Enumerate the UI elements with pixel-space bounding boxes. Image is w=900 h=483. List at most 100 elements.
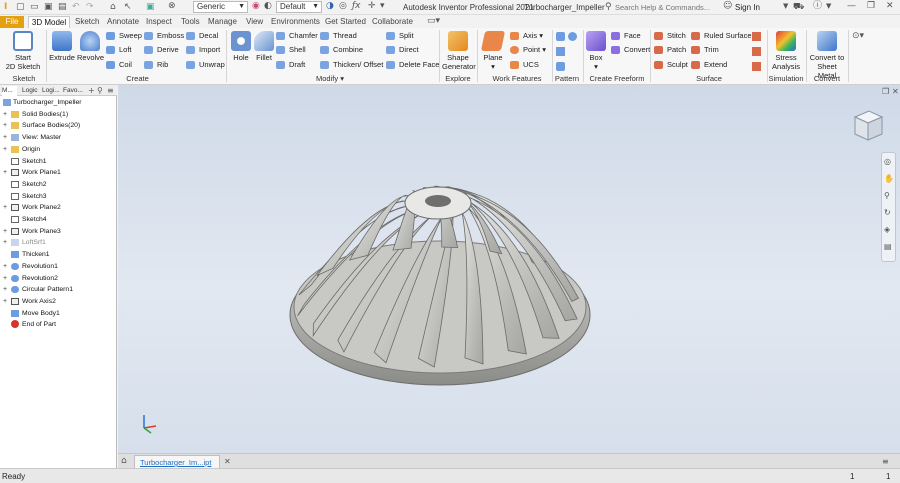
expand-icon[interactable]: + (3, 132, 7, 143)
delete-face-button[interactable]: Delete Face (386, 60, 439, 70)
tab-environments[interactable]: Environments (271, 16, 320, 28)
material-icon[interactable]: ◉ (252, 1, 260, 12)
sweep-button[interactable]: Sweep (106, 31, 142, 41)
sign-in-dropdown-icon[interactable]: ▼ (783, 1, 788, 12)
expand-icon[interactable]: + (3, 120, 7, 131)
freeform-convert-button[interactable]: Convert (611, 45, 650, 55)
chamfer-button[interactable]: Chamfer (276, 31, 318, 41)
inventor-logo-icon[interactable]: I (4, 2, 7, 13)
unwrap-button[interactable]: Unwrap (186, 60, 225, 70)
ucs-button[interactable]: UCS (510, 60, 539, 70)
appearance-icon[interactable]: ⊗ (168, 1, 176, 12)
graphics-viewport[interactable]: ❐ ✕ ◎ ✋ ⚲ ↻ ◈ ▤ (118, 85, 900, 453)
tab-get-started[interactable]: Get Started (325, 16, 366, 28)
browser-menu-icon[interactable]: ≡ (107, 85, 114, 96)
browser-tab-logic[interactable]: Logic (22, 86, 38, 96)
ribbon-options-icon[interactable]: ⊙▾ (852, 31, 864, 42)
save-icon[interactable]: ▣ (44, 2, 53, 13)
browser-tab-model[interactable]: M... (2, 86, 17, 96)
minimize-icon[interactable]: — (847, 1, 856, 12)
plane-button[interactable]: Plane ▾ (480, 31, 506, 71)
undo-icon[interactable]: ↶ (72, 2, 80, 13)
select-icon[interactable]: ↖ (124, 2, 132, 13)
expand-icon[interactable]: + (3, 284, 7, 295)
ribbon-display-icon[interactable]: ▭▾ (427, 16, 440, 27)
save-as-icon[interactable]: ▤ (58, 2, 67, 13)
help-dropdown-icon[interactable]: ▼ (826, 1, 831, 12)
thicken-offset-button[interactable]: Thicken/ Offset (320, 60, 383, 70)
expand-icon[interactable]: + (3, 109, 7, 120)
hole-button[interactable]: Hole (229, 31, 253, 62)
shell-button[interactable]: Shell (276, 45, 306, 55)
expand-icon[interactable]: + (3, 144, 7, 155)
group-label-modify[interactable]: Modify ▾ (300, 74, 360, 83)
browser-tab-favorites[interactable]: Favo... (63, 86, 83, 96)
point-button[interactable]: Point ▾ (510, 45, 546, 55)
freeform-box-button[interactable]: Box ▾ (585, 31, 607, 71)
tab-annotate[interactable]: Annotate (107, 16, 139, 28)
document-tab[interactable]: Turbocharger_Im...ipt (134, 455, 220, 468)
emboss-button[interactable]: Emboss (144, 31, 184, 41)
expand-icon[interactable]: + (3, 237, 7, 248)
patch-button[interactable]: Patch (654, 45, 686, 55)
ruled-surface-button[interactable]: Ruled Surface (691, 31, 752, 41)
viewport-restore-icon[interactable]: ❐ (882, 86, 889, 97)
derive-button[interactable]: Derive (144, 45, 179, 55)
boundary-patch-icon[interactable] (752, 32, 761, 41)
trim-button[interactable]: Trim (691, 45, 719, 55)
convert-to-sheet-metal-button[interactable]: Convert to Sheet Metal (807, 31, 847, 80)
expand-icon[interactable]: + (3, 167, 7, 178)
tab-view[interactable]: View (246, 16, 263, 28)
replace-face-icon[interactable] (752, 47, 761, 56)
stitch-button[interactable]: Stitch (654, 31, 686, 41)
tab-tools[interactable]: Tools (181, 16, 200, 28)
tab-close-icon[interactable]: ✕ (224, 456, 231, 467)
loft-button[interactable]: Loft (106, 45, 132, 55)
pan-icon[interactable]: ✋ (884, 173, 894, 184)
tab-manage[interactable]: Manage (208, 16, 237, 28)
expand-icon[interactable]: + (3, 202, 7, 213)
start-2d-sketch-button[interactable]: Start 2D Sketch (4, 31, 42, 71)
sketch-driven-pattern-icon[interactable] (556, 62, 565, 71)
material-select[interactable]: Default ▼ (276, 1, 322, 13)
restore-icon[interactable]: ❐ (867, 1, 875, 12)
browser-search-icon[interactable]: ⚲ (97, 85, 103, 96)
add-tab-icon[interactable]: + (88, 85, 95, 96)
update-icon[interactable]: ▣ (146, 2, 155, 13)
open-file-icon[interactable]: ▭ (30, 2, 39, 13)
clear-override-icon[interactable]: ◐ (264, 1, 272, 12)
color-override-icon[interactable]: ◑ (326, 1, 334, 12)
tab-menu-icon[interactable]: ≡ (882, 456, 889, 467)
navigation-settings-icon[interactable]: ▤ (884, 241, 892, 252)
draft-button[interactable]: Draft (276, 60, 305, 70)
home-tab-icon[interactable]: ⌂ (121, 456, 127, 467)
sculpt-button[interactable]: Sculpt (654, 60, 688, 70)
turbocharger-impeller-model[interactable] (288, 145, 618, 395)
redo-icon[interactable]: ↷ (86, 2, 94, 13)
direct-button[interactable]: Direct (386, 45, 419, 55)
expand-icon[interactable]: + (3, 261, 7, 272)
customize-icon[interactable]: ▾ (380, 1, 385, 12)
repair-bodies-icon[interactable] (752, 62, 761, 71)
thread-button[interactable]: Thread (320, 31, 357, 41)
mirror-icon[interactable] (556, 47, 565, 56)
help-icon[interactable]: ⓘ (813, 1, 822, 12)
import-button[interactable]: Import (186, 45, 220, 55)
browser-tab-logi[interactable]: Logi... (42, 86, 60, 96)
tab-collaborate[interactable]: Collaborate (372, 16, 413, 28)
expand-icon[interactable]: + (3, 226, 7, 237)
combine-button[interactable]: Combine (320, 45, 363, 55)
shape-generator-button[interactable]: Shape Generator (442, 31, 476, 71)
new-file-icon[interactable]: ▢ (16, 2, 25, 13)
look-at-icon[interactable]: ◈ (884, 224, 890, 235)
steering-wheel-icon[interactable]: ◎ (884, 156, 891, 167)
viewport-close-icon[interactable]: ✕ (892, 86, 899, 97)
tab-3d-model[interactable]: 3D Model (28, 16, 70, 28)
zoom-icon[interactable]: ⚲ (884, 190, 890, 201)
fx-icon[interactable]: ƒx (352, 1, 361, 12)
extrude-button[interactable]: Extrude (49, 31, 75, 62)
circular-pattern-icon[interactable] (568, 32, 577, 41)
appearance-select[interactable]: Generic ▼ (193, 1, 248, 13)
fillet-button[interactable]: Fillet (252, 31, 276, 62)
expand-icon[interactable]: + (3, 273, 7, 284)
